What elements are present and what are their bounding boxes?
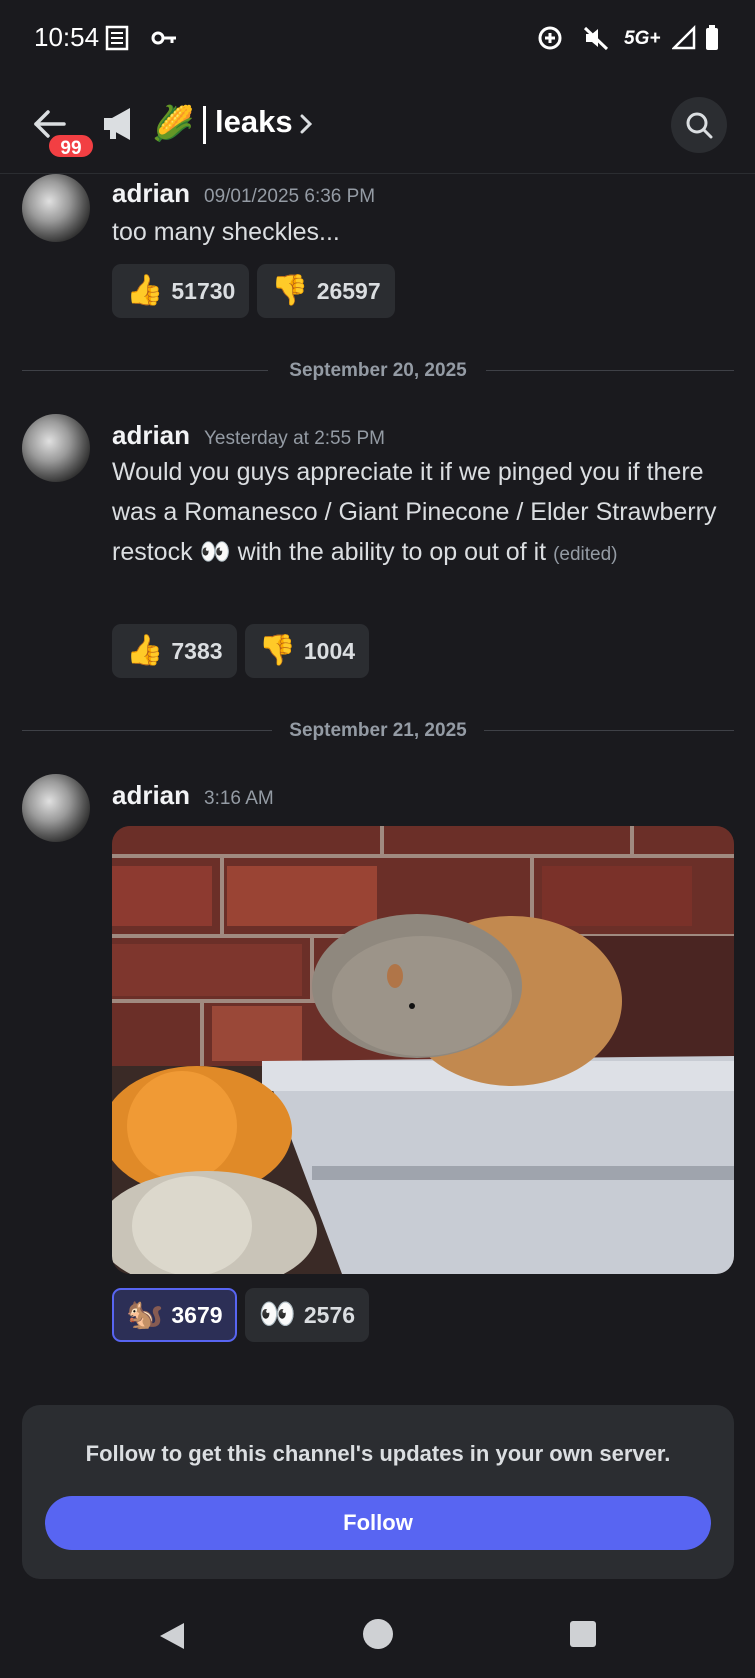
reactions: 🐿️ 3679 👀 2576 (112, 1288, 370, 1342)
nav-recents-icon[interactable] (570, 1621, 596, 1647)
signal-icon (672, 24, 696, 50)
chevron-right-icon[interactable] (298, 112, 314, 136)
nav-home-icon[interactable] (363, 1619, 393, 1649)
reaction-thumbs-up[interactable]: 👍 51730 (112, 264, 250, 318)
reaction-count: 51730 (171, 277, 236, 304)
date-divider-label: September 20, 2025 (289, 360, 467, 381)
reactions: 👍 7383 👎 1004 (112, 624, 370, 678)
reaction-count: 2576 (303, 1301, 356, 1328)
corn-emoji-icon: 🌽 (152, 105, 195, 143)
title-separator (203, 106, 206, 144)
unread-badge: 99 (46, 132, 96, 160)
message-timestamp: 3:16 AM (204, 788, 274, 809)
squirrel-icon: 🐿️ (126, 1298, 164, 1331)
reaction-count: 1004 (303, 637, 356, 664)
reaction-count: 3679 (171, 1301, 223, 1328)
news-icon (105, 25, 129, 51)
follow-card: Follow to get this channel's updates in … (22, 1405, 734, 1579)
edited-label: (edited) (553, 544, 618, 565)
follow-description: Follow to get this channel's updates in … (85, 1441, 671, 1466)
avatar[interactable] (22, 174, 90, 242)
reaction-thumbs-down[interactable]: 👎 1004 (244, 624, 370, 678)
reaction-squirrel[interactable]: 🐿️ 3679 (112, 1288, 237, 1342)
battery-icon (706, 25, 718, 50)
network-type: 5G+ (624, 28, 661, 49)
reactions: 👍 51730 👎 26597 (112, 264, 395, 318)
megaphone-icon (104, 108, 130, 140)
image-attachment[interactable] (112, 826, 734, 1274)
message-author[interactable]: adrian (112, 178, 190, 209)
reaction-count: 7383 (171, 637, 223, 664)
search-button[interactable] (671, 97, 727, 153)
reaction-eyes[interactable]: 👀 2576 (244, 1288, 370, 1342)
nav-back-icon[interactable] (158, 1621, 186, 1651)
date-divider-label: September 21, 2025 (289, 720, 467, 741)
message-timestamp: Yesterday at 2:55 PM (204, 428, 385, 449)
message-author[interactable]: adrian (112, 420, 190, 451)
message-author[interactable]: adrian (112, 780, 190, 811)
key-icon (151, 31, 176, 45)
date-divider: September 21, 2025 (22, 720, 734, 741)
follow-button[interactable]: Follow (45, 1496, 711, 1550)
reaction-thumbs-down[interactable]: 👎 26597 (257, 264, 395, 318)
thumbs-up-icon: 👍 (126, 634, 164, 667)
thumbs-up-icon: 👍 (126, 274, 164, 307)
message-text: too many sheckles... (112, 218, 340, 246)
status-time: 10:54 (34, 22, 100, 52)
thumbs-down-icon: 👎 (258, 634, 296, 667)
message-text: Would you guys appreciate it if we pinge… (112, 452, 737, 575)
message-timestamp: 09/01/2025 6:36 PM (204, 186, 376, 207)
reaction-thumbs-up[interactable]: 👍 7383 (112, 624, 237, 678)
message-body: Would you guys appreciate it if we pinge… (112, 458, 717, 566)
thumbs-down-icon: 👎 (271, 274, 309, 307)
status-bar: 10:54 5G+ (0, 0, 755, 78)
eyes-icon: 👀 (258, 1298, 296, 1331)
search-icon (686, 112, 713, 139)
reaction-count: 26597 (316, 277, 381, 304)
avatar[interactable] (22, 774, 90, 842)
system-nav-bar (0, 1595, 755, 1678)
channel-title[interactable]: leaks (215, 104, 293, 140)
avatar[interactable] (22, 414, 90, 482)
data-saver-icon (538, 26, 562, 50)
squirrel-photo (112, 826, 734, 1274)
date-divider: September 20, 2025 (22, 360, 734, 381)
channel-header: 99 🌽 leaks (0, 78, 755, 174)
mute-icon (583, 26, 609, 51)
